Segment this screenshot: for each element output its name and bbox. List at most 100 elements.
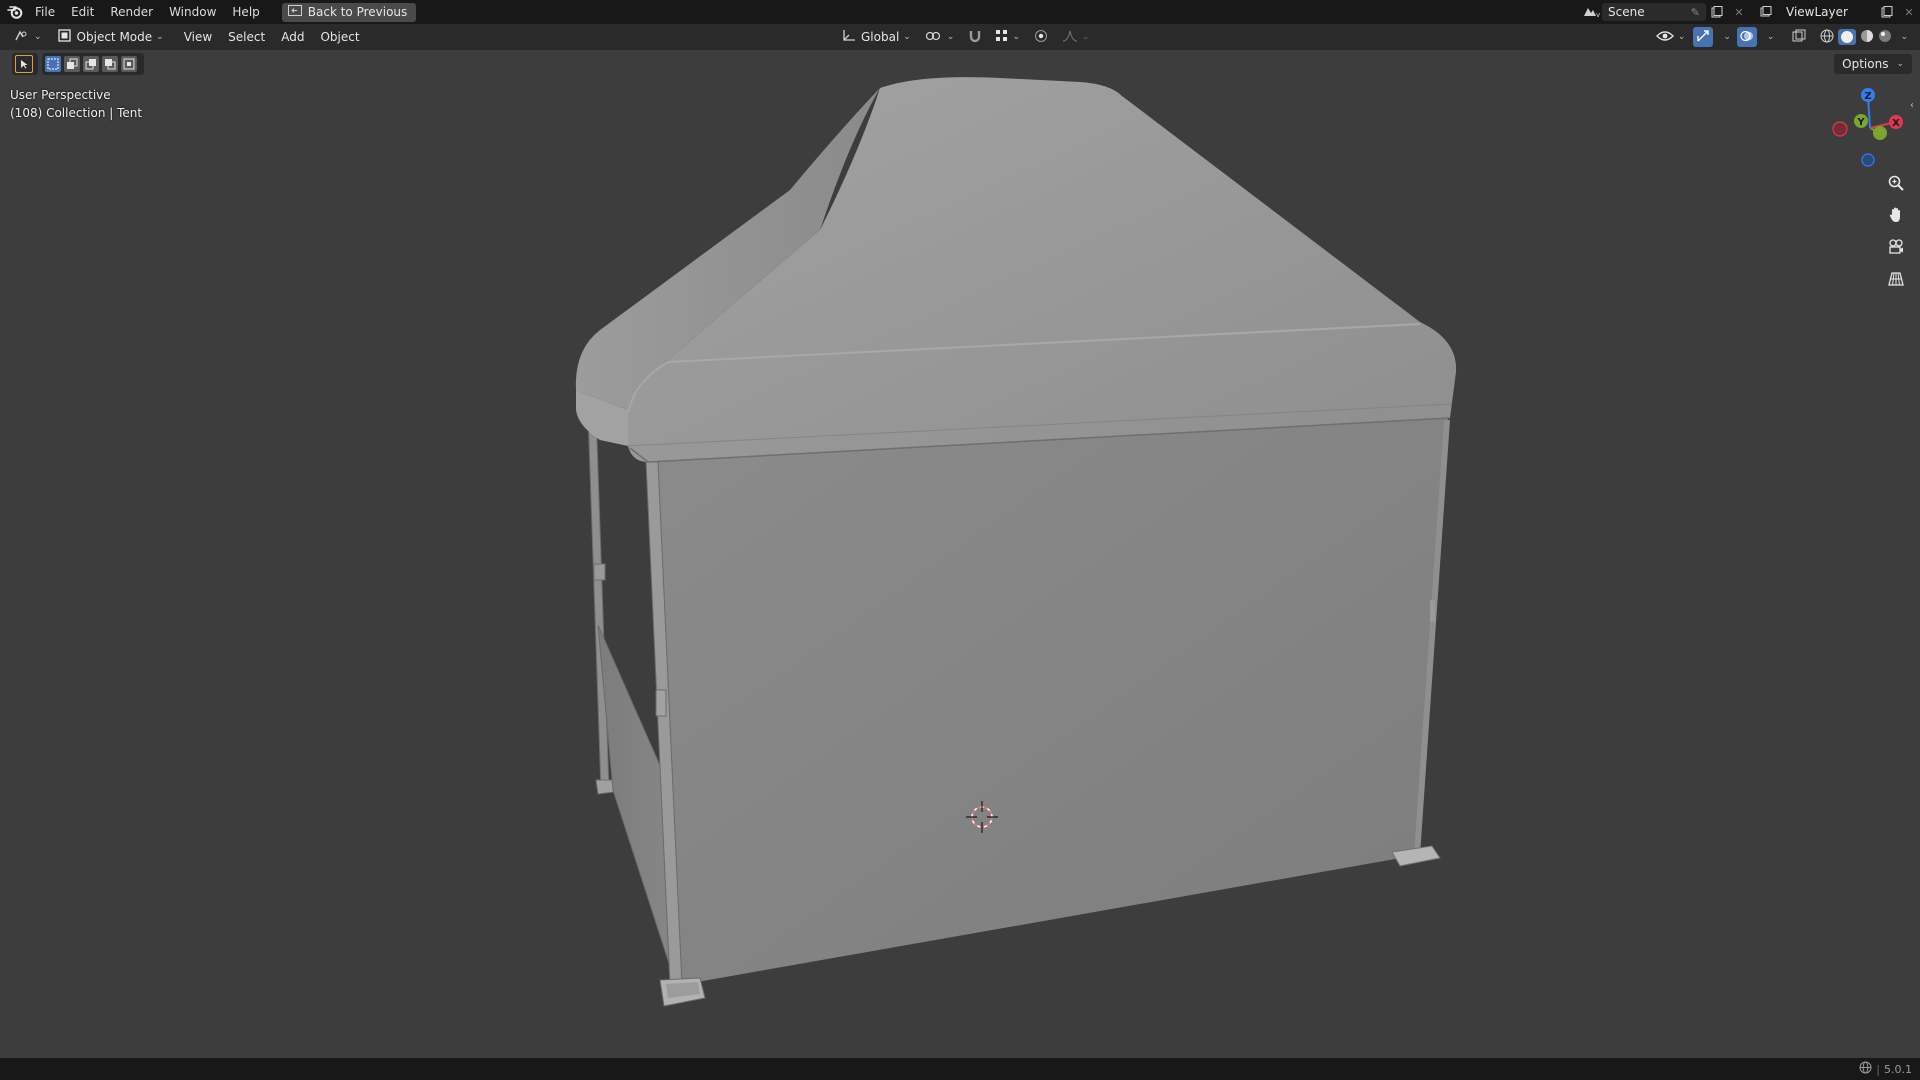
globe-icon <box>1859 1061 1872 1077</box>
visibility-selector[interactable]: ⌄ <box>1650 27 1692 47</box>
select-box-tool-icon <box>15 55 33 73</box>
menu-help[interactable]: Help <box>224 0 267 24</box>
proportional-editing-toggle[interactable] <box>1028 27 1054 47</box>
tent-side-wall[interactable] <box>597 624 677 986</box>
close-scene-icon[interactable]: ✕ <box>1728 3 1750 21</box>
overlays-dropdown[interactable]: ⌄ <box>1759 27 1779 47</box>
chevron-down-icon: ⌄ <box>903 32 911 42</box>
neg-y-axis-handle[interactable] <box>1873 126 1887 140</box>
transform-orientation-selector[interactable]: Global ⌄ <box>836 27 917 47</box>
view-layer-field[interactable]: ViewLayer <box>1780 3 1876 21</box>
falloff-selector[interactable]: ⌄ <box>1056 27 1096 47</box>
neg-z-axis-handle[interactable] <box>1861 153 1875 167</box>
scene-name: Scene <box>1608 5 1645 19</box>
sidebar-expand-icon[interactable]: ‹ <box>1910 100 1914 111</box>
navigation-gizmo[interactable]: Y X Z <box>1828 88 1916 168</box>
toggle-perspective-grid-icon[interactable] <box>1883 266 1909 292</box>
gizmo-arrows-icon <box>1696 29 1710 46</box>
xray-icon <box>1792 29 1806 46</box>
collection-label: (108) Collection | Tent <box>10 106 143 120</box>
chevron-down-icon: ⌄ <box>1012 32 1020 42</box>
tent-front-wall[interactable] <box>648 418 1448 985</box>
snap-target-selector[interactable]: ⌄ <box>990 27 1026 47</box>
extend-selection-icon[interactable] <box>64 56 80 72</box>
tool-settings-row: Options ⌄ <box>0 50 1920 78</box>
tent-front-pole[interactable] <box>645 461 706 1007</box>
editor-type-icon <box>14 30 30 45</box>
camera-view-icon[interactable] <box>1883 234 1909 260</box>
new-scene-icon[interactable] <box>1706 3 1728 21</box>
zoom-icon[interactable] <box>1883 170 1909 196</box>
selection-mode-group <box>42 53 144 75</box>
scene-name-field[interactable]: Scene ✎ <box>1602 3 1706 21</box>
falloff-curve-icon <box>1062 30 1078 45</box>
tent-right-pole[interactable] <box>1391 420 1450 867</box>
chevron-down-icon: ⌄ <box>1081 32 1090 42</box>
header-right-tools: ⌄ ⌄ ⌄ ⌄ <box>1650 24 1914 50</box>
view-layer-selector-icon[interactable] <box>1758 3 1780 21</box>
back-to-previous-button[interactable]: Back to Previous <box>281 2 417 22</box>
version-label: 5.0.1 <box>1884 1062 1912 1076</box>
snap-grid-icon <box>996 29 1008 45</box>
intersect-selection-icon[interactable] <box>121 56 137 72</box>
eye-icon <box>1655 30 1674 45</box>
chevron-down-icon: ⌄ <box>1896 59 1904 69</box>
shading-mode-group: ⌄ <box>1814 27 1914 47</box>
solid-shading-icon[interactable] <box>1838 29 1857 45</box>
object-mode-icon <box>57 29 71 45</box>
menu-file[interactable]: File <box>27 0 63 24</box>
status-bar: | 5.0.1 <box>0 1058 1920 1080</box>
wireframe-shading-icon[interactable] <box>1820 29 1834 46</box>
invert-selection-icon[interactable] <box>102 56 118 72</box>
chevron-down-icon[interactable]: ⌄ <box>1900 32 1908 42</box>
proportional-editing-icon <box>1034 29 1048 46</box>
subtract-selection-icon[interactable] <box>83 56 99 72</box>
tent-back-pole[interactable] <box>587 411 615 795</box>
snap-toggle[interactable] <box>962 27 988 47</box>
new-view-layer-icon[interactable] <box>1876 3 1898 21</box>
scene-selector-icon[interactable]: v <box>1580 3 1602 21</box>
active-tool-button[interactable] <box>12 53 38 75</box>
menu-select[interactable]: Select <box>222 27 271 47</box>
chevron-down-icon: ⌄ <box>1723 32 1731 42</box>
chevron-down-icon: ⌄ <box>34 32 42 42</box>
back-screen-icon <box>287 5 302 19</box>
navigation-tools <box>1883 170 1909 292</box>
pin-icon[interactable]: ✎ <box>1691 6 1700 19</box>
magnet-icon <box>968 29 982 46</box>
view-layer-name: ViewLayer <box>1786 5 1848 19</box>
menu-add[interactable]: Add <box>275 27 310 47</box>
chevron-down-icon: ⌄ <box>946 32 955 42</box>
neg-x-axis-handle[interactable] <box>1832 121 1848 137</box>
pivot-point-selector[interactable]: ⌄ <box>919 27 961 47</box>
menu-view[interactable]: View <box>178 27 218 47</box>
3d-cursor-icon[interactable] <box>966 801 998 833</box>
mode-selector[interactable]: Object Mode ⌄ <box>51 27 170 47</box>
overlays-toggle[interactable] <box>1736 27 1757 47</box>
y-axis-label: Y <box>1856 117 1865 128</box>
chevron-down-icon: ⌄ <box>1677 32 1686 42</box>
chevron-down-icon: ⌄ <box>156 32 164 42</box>
blender-logo-icon[interactable] <box>3 0 27 24</box>
close-view-layer-icon[interactable]: ✕ <box>1898 3 1920 21</box>
editor-type-button[interactable]: ⌄ <box>8 27 48 47</box>
menu-render[interactable]: Render <box>102 0 161 24</box>
version-display: | 5.0.1 <box>1859 1061 1912 1077</box>
rendered-shading-icon[interactable] <box>1878 29 1892 46</box>
menu-edit[interactable]: Edit <box>63 0 102 24</box>
3d-viewport[interactable] <box>0 0 1920 1080</box>
z-axis-label: Z <box>1864 91 1871 102</box>
menu-window[interactable]: Window <box>161 0 224 24</box>
material-preview-icon[interactable] <box>1860 29 1874 46</box>
viewport-header: ⌄ Object Mode ⌄ View Select Add Object G… <box>0 24 1920 50</box>
options-dropdown[interactable]: Options ⌄ <box>1834 54 1912 74</box>
menu-object[interactable]: Object <box>314 27 365 47</box>
gizmo-dropdown[interactable]: ⌄ <box>1715 27 1735 47</box>
tent-roof[interactable] <box>575 77 1457 463</box>
chevron-down-icon: ⌄ <box>1766 32 1775 42</box>
perspective-label: User Perspective <box>10 88 111 102</box>
xray-toggle[interactable] <box>1786 27 1812 47</box>
pan-hand-icon[interactable] <box>1883 202 1909 228</box>
gizmo-toggle[interactable] <box>1693 27 1714 47</box>
set-new-selection-icon[interactable] <box>45 56 61 72</box>
